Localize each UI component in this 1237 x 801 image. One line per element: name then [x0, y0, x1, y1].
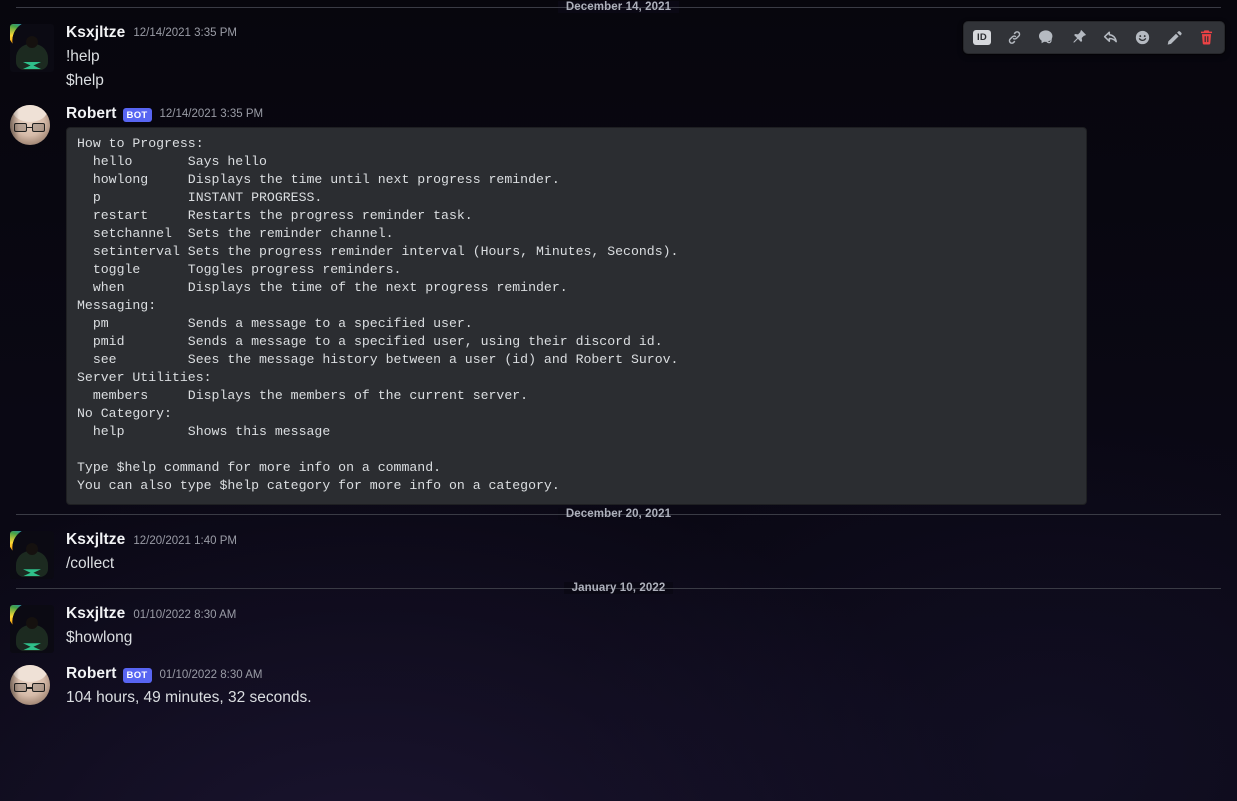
- message-timestamp: 12/14/2021 3:35 PM: [133, 27, 237, 41]
- delete-message-button[interactable]: [1190, 22, 1222, 53]
- message-group: Ksxjltze 01/10/2022 8:30 AM $howlong: [0, 595, 1237, 655]
- avatar[interactable]: [10, 531, 54, 579]
- message-author[interactable]: Robert: [66, 105, 117, 124]
- avatar[interactable]: [10, 105, 50, 145]
- date-divider-label: January 10, 2022: [564, 582, 674, 594]
- message-timestamp: 01/10/2022 8:30 AM: [160, 669, 263, 683]
- avatar-wrap: [10, 23, 50, 93]
- message-content: Ksxjltze 12/20/2021 1:40 PM/collect: [66, 530, 1221, 579]
- message-content: Robert BOT 12/14/2021 3:35 PM How to Progre…: [66, 104, 1221, 506]
- reply-button[interactable]: [1094, 22, 1126, 53]
- message-author[interactable]: Robert: [66, 665, 117, 684]
- bot-badge: BOT: [123, 668, 152, 683]
- copy-link-button[interactable]: [998, 22, 1030, 53]
- pin-message-button[interactable]: [1062, 22, 1094, 53]
- message-header: Robert BOT 01/10/2022 8:30 AM: [66, 665, 1221, 684]
- message-line: /collect: [66, 552, 1221, 576]
- edit-message-button[interactable]: [1158, 22, 1190, 53]
- date-divider: December 14, 2021: [16, 0, 1221, 14]
- message-author[interactable]: Ksxjltze: [66, 605, 125, 624]
- avatar-wrap: [10, 104, 50, 506]
- message-list: December 14, 2021 Ksxjltze 12/14/2021 3:35…: [0, 0, 1237, 801]
- avatar-wrap: [10, 604, 50, 653]
- bot-badge: BOT: [123, 108, 152, 123]
- message-content: Ksxjltze 01/10/2022 8:30 AM $howlong: [66, 604, 1221, 653]
- message-group: Robert BOT 12/14/2021 3:35 PM How to Progre…: [0, 95, 1237, 508]
- message-header: Robert BOT 12/14/2021 3:35 PM: [66, 105, 1221, 124]
- message-line: 104 hours, 49 minutes, 32 seconds.: [66, 686, 1221, 710]
- code-block-text: How to Progress: hello Says hello howlon…: [77, 135, 1076, 495]
- message-timestamp: 01/10/2022 8:30 AM: [133, 609, 236, 623]
- add-reaction-button[interactable]: [1126, 22, 1158, 53]
- message-timestamp: 12/14/2021 3:35 PM: [160, 108, 264, 122]
- avatar[interactable]: [10, 24, 54, 72]
- message-header: Ksxjltze 12/20/2021 1:40 PM: [66, 531, 1221, 550]
- message-group: Ksxjltze 12/20/2021 1:40 PM/collect: [0, 521, 1237, 581]
- message-line: $howlong: [66, 626, 1221, 650]
- avatar[interactable]: [10, 665, 50, 705]
- avatar-wrap: [10, 530, 50, 579]
- id-icon: ID: [973, 30, 991, 45]
- message-author[interactable]: Ksxjltze: [66, 531, 125, 550]
- message-content: Robert BOT 01/10/2022 8:30 AM 104 hours, 49…: [66, 664, 1221, 710]
- mark-unread-button[interactable]: [1030, 22, 1062, 53]
- avatar-wrap: [10, 664, 50, 710]
- date-divider-label: December 14, 2021: [558, 1, 679, 13]
- message-header: Ksxjltze 01/10/2022 8:30 AM: [66, 605, 1221, 624]
- date-divider: December 20, 2021: [16, 507, 1221, 521]
- message-line: $help: [66, 69, 1221, 93]
- message-timestamp: 12/20/2021 1:40 PM: [133, 535, 237, 549]
- copy-id-button[interactable]: ID: [966, 22, 998, 53]
- code-block: How to Progress: hello Says hello howlon…: [66, 127, 1087, 505]
- message-group: Robert BOT 01/10/2022 8:30 AM 104 hours, 49…: [0, 655, 1237, 712]
- date-divider-label: December 20, 2021: [558, 508, 679, 520]
- message-hover-toolbar[interactable]: ID: [963, 21, 1225, 54]
- avatar[interactable]: [10, 605, 54, 653]
- message-author[interactable]: Ksxjltze: [66, 24, 125, 43]
- date-divider: January 10, 2022: [16, 581, 1221, 595]
